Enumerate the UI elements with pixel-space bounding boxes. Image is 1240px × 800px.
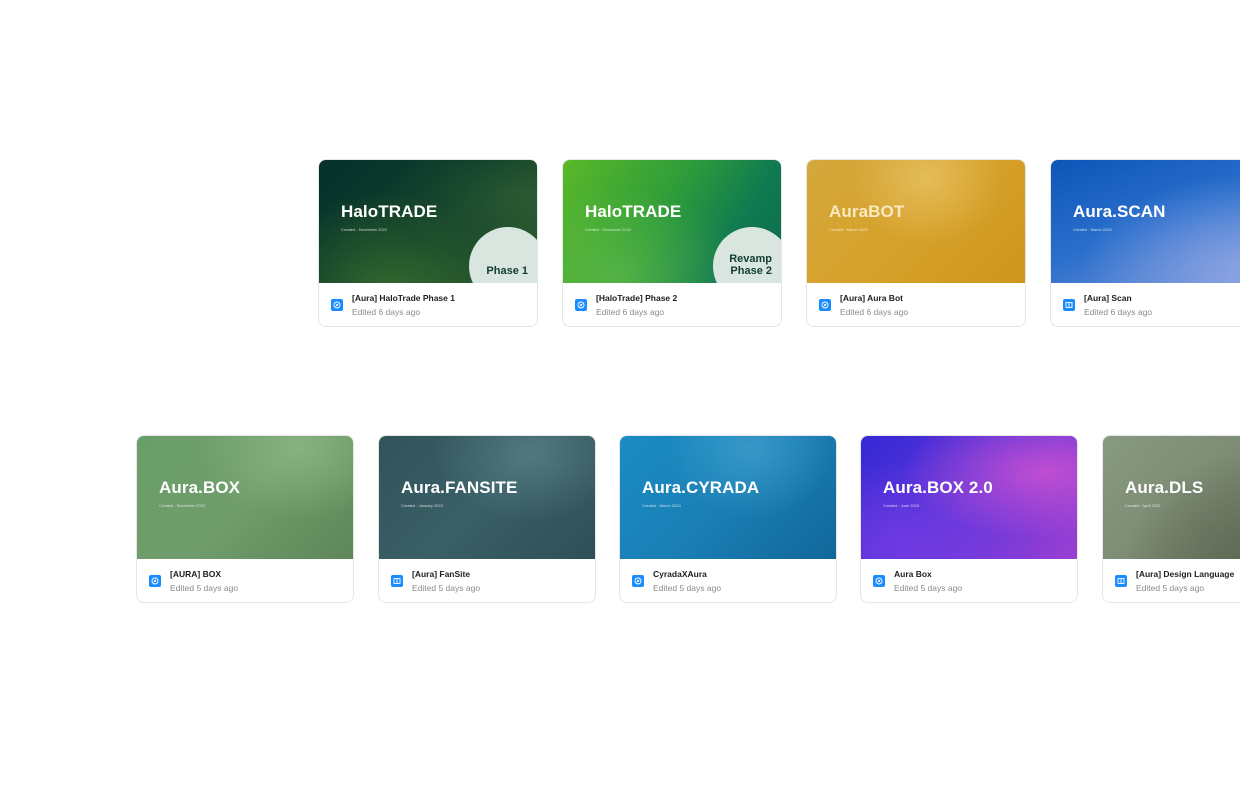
card-meta: CyradaXAura Edited 5 days ago bbox=[620, 559, 836, 602]
card-meta: [Aura] HaloTrade Phase 1 Edited 6 days a… bbox=[319, 283, 537, 326]
thumbnail-title: Aura.DLS bbox=[1125, 478, 1204, 497]
card-meta: [AURA] BOX Edited 5 days ago bbox=[137, 559, 353, 602]
thumbnail-subtitle: Created : March 2023 bbox=[642, 503, 681, 508]
thumbnail-subtitle: Created : January 2023 bbox=[401, 503, 443, 508]
compass-icon bbox=[873, 575, 885, 587]
thumbnail-title: Aura.CYRADA bbox=[642, 478, 760, 497]
book-icon bbox=[1063, 299, 1075, 311]
card-thumbnail: Aura.SCAN Created : March 2023 bbox=[1051, 160, 1240, 283]
file-card[interactable]: Aura.SCAN Created : March 2023 [Aura] Sc… bbox=[1050, 159, 1240, 327]
thumbnail-title: Aura.FANSITE bbox=[401, 478, 518, 497]
thumbnail-subtitle: Created : December 2022 bbox=[341, 227, 388, 232]
edited-time: Edited 5 days ago bbox=[894, 583, 963, 593]
compass-icon bbox=[575, 299, 587, 311]
card-meta: [Aura] Design Language Edited 5 days ago bbox=[1103, 559, 1240, 602]
card-thumbnail: Aura.DLS Created : April 2023 bbox=[1103, 436, 1240, 559]
edited-time: Edited 5 days ago bbox=[653, 583, 722, 593]
edited-time: Edited 6 days ago bbox=[1084, 307, 1153, 317]
file-name: [HaloTrade] Phase 2 bbox=[596, 293, 678, 303]
thumbnail-subtitle: Created : March 2023 bbox=[829, 227, 868, 232]
thumbnail-title: Aura.BOX bbox=[159, 478, 241, 497]
thumbnail-subtitle: Created : March 2023 bbox=[1073, 227, 1112, 232]
file-card[interactable]: Aura.BOX 2.0 Created : June 2023 Aura Bo… bbox=[860, 435, 1078, 603]
card-meta: [HaloTrade] Phase 2 Edited 6 days ago bbox=[563, 283, 781, 326]
file-card[interactable]: HaloTRADE Created : December 2022 Revamp… bbox=[562, 159, 782, 327]
phase-badge-label: Phase 1 bbox=[486, 265, 528, 277]
thumbnail-subtitle: Created : November 2022 bbox=[159, 503, 206, 508]
file-card[interactable]: Aura.CYRADA Created : March 2023 CyradaX… bbox=[619, 435, 837, 603]
thumbnail-subtitle: Created : June 2023 bbox=[883, 503, 920, 508]
file-name: [Aura] Design Language bbox=[1136, 569, 1235, 579]
card-thumbnail: HaloTRADE Created : December 2022 Phase … bbox=[319, 160, 537, 283]
compass-icon bbox=[819, 299, 831, 311]
card-meta: [Aura] FanSite Edited 5 days ago bbox=[379, 559, 595, 602]
edited-time: Edited 6 days ago bbox=[840, 307, 909, 317]
file-card[interactable]: AuraBOT Created : March 2023 [Aura] Aura… bbox=[806, 159, 1026, 327]
edited-time: Edited 6 days ago bbox=[352, 307, 421, 317]
card-thumbnail: Aura.FANSITE Created : January 2023 bbox=[379, 436, 595, 559]
thumbnail-title: Aura.SCAN bbox=[1073, 202, 1166, 221]
file-name: [Aura] FanSite bbox=[412, 569, 471, 579]
file-name: [Aura] HaloTrade Phase 1 bbox=[352, 293, 455, 303]
edited-time: Edited 5 days ago bbox=[1136, 583, 1205, 593]
file-card[interactable]: HaloTRADE Created : December 2022 Phase … bbox=[318, 159, 538, 327]
card-thumbnail: AuraBOT Created : March 2023 bbox=[807, 160, 1025, 283]
card-thumbnail: Aura.BOX 2.0 Created : June 2023 bbox=[861, 436, 1077, 559]
edited-time: Edited 5 days ago bbox=[412, 583, 481, 593]
file-name: CyradaXAura bbox=[653, 569, 707, 579]
file-name: Aura Box bbox=[894, 569, 932, 579]
card-meta: [Aura] Aura Bot Edited 6 days ago bbox=[807, 283, 1025, 326]
edited-time: Edited 6 days ago bbox=[596, 307, 665, 317]
file-name: [AURA] BOX bbox=[170, 569, 221, 579]
thumbnail-title: AuraBOT bbox=[829, 202, 905, 221]
thumbnail-subtitle: Created : December 2022 bbox=[585, 227, 632, 232]
file-card[interactable]: Aura.FANSITE Created : January 2023 [Aur… bbox=[378, 435, 596, 603]
card-thumbnail: Aura.CYRADA Created : March 2023 bbox=[620, 436, 836, 559]
file-name: [Aura] Aura Bot bbox=[840, 293, 903, 303]
phase-badge-label: Revamp Phase 2 bbox=[729, 253, 772, 277]
book-icon bbox=[1115, 575, 1127, 587]
file-name: [Aura] Scan bbox=[1084, 293, 1132, 303]
compass-icon bbox=[331, 299, 343, 311]
edited-time: Edited 5 days ago bbox=[170, 583, 239, 593]
book-icon bbox=[391, 575, 403, 587]
card-thumbnail: HaloTRADE Created : December 2022 Revamp… bbox=[563, 160, 781, 283]
thumbnail-title: Aura.BOX 2.0 bbox=[883, 478, 993, 497]
card-meta: [Aura] Scan Edited 6 days ago bbox=[1051, 283, 1240, 326]
thumbnail-title: HaloTRADE bbox=[585, 202, 682, 221]
thumbnail-title: HaloTRADE bbox=[341, 202, 438, 221]
card-thumbnail: Aura.BOX Created : November 2022 bbox=[137, 436, 353, 559]
file-card[interactable]: Aura.BOX Created : November 2022 [AURA] … bbox=[136, 435, 354, 603]
file-card[interactable]: Aura.DLS Created : April 2023 [Aura] Des… bbox=[1102, 435, 1240, 603]
compass-icon bbox=[632, 575, 644, 587]
card-meta: Aura Box Edited 5 days ago bbox=[861, 559, 1077, 602]
thumbnail-subtitle: Created : April 2023 bbox=[1125, 503, 1161, 508]
compass-icon bbox=[149, 575, 161, 587]
